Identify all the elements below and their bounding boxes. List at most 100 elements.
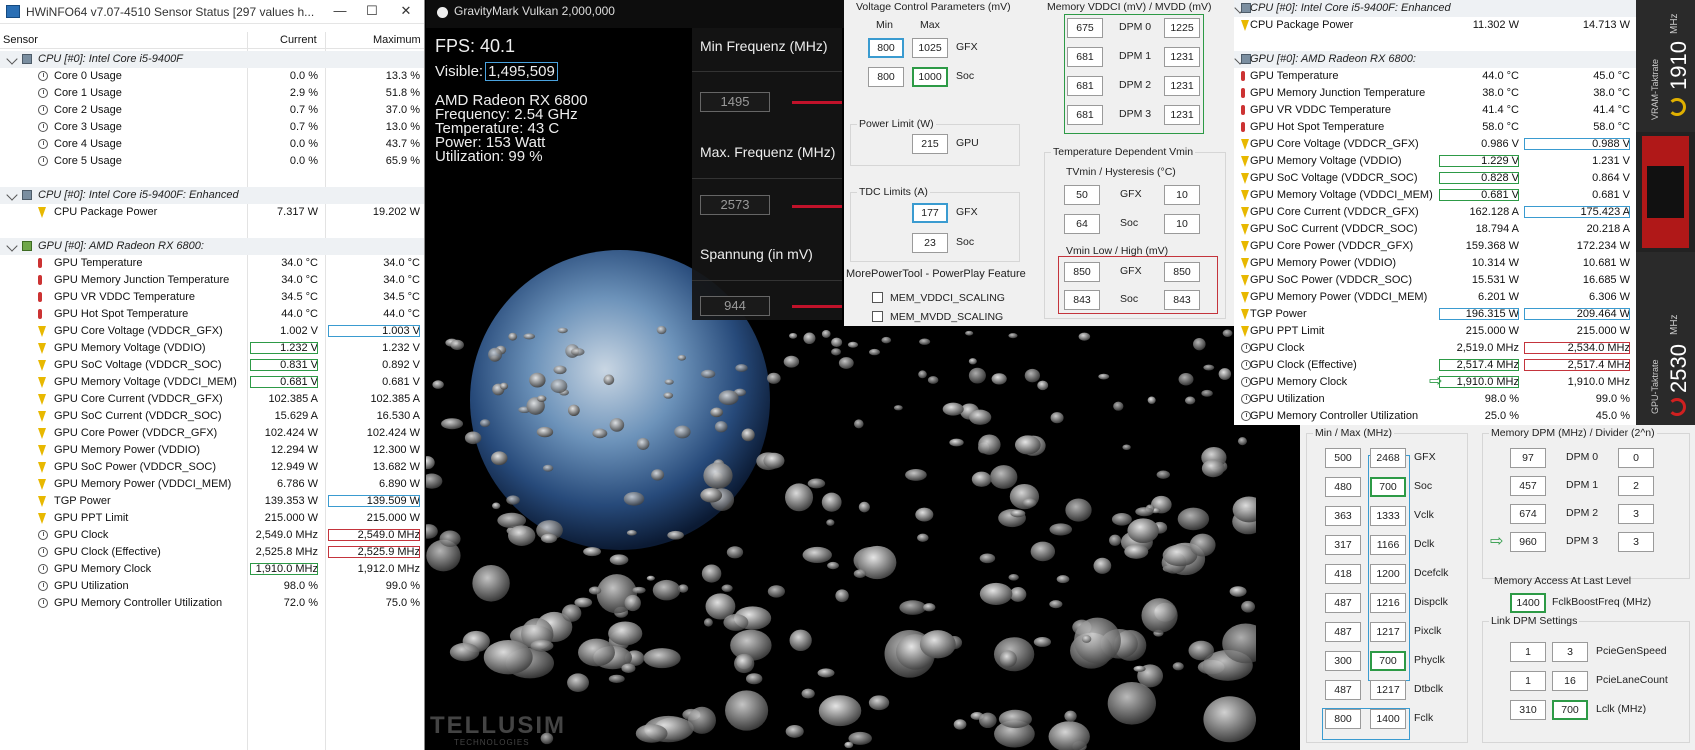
- clock-max-input[interactable]: 700: [1370, 477, 1406, 497]
- sensor-row[interactable]: CPU Package Power 11.302 W 14.713 W: [1234, 17, 1636, 34]
- chevron-down-icon[interactable]: [6, 240, 18, 252]
- mvdd-input[interactable]: 1225: [1164, 18, 1200, 38]
- power-limit-input[interactable]: 215: [912, 134, 948, 154]
- clock-min-input[interactable]: 800: [1325, 709, 1361, 729]
- mdpm-freq-input[interactable]: 97: [1510, 448, 1546, 468]
- sensor-row[interactable]: Core 3 Usage 0.7 % 13.0 %: [0, 119, 424, 136]
- vm-soc-b[interactable]: 843: [1164, 290, 1200, 310]
- sensor-row[interactable]: Core 2 Usage 0.7 % 37.0 %: [0, 102, 424, 119]
- sensor-group[interactable]: CPU [#0]: Intel Core i5-9400F: Enhanced: [0, 187, 424, 204]
- mvdd-input[interactable]: 1231: [1164, 76, 1200, 96]
- sensor-row[interactable]: TGP Power 196.315 W 209.464 W: [1234, 306, 1636, 323]
- sensor-row[interactable]: GPU Core Current (VDDCR_GFX) 102.385 A 102…: [0, 391, 424, 408]
- max-freq-input[interactable]: 2573: [700, 195, 770, 215]
- sensor-row[interactable]: GPU Memory Junction Temperature 34.0 °C 34…: [0, 272, 424, 289]
- sensor-row[interactable]: GPU Memory Power (VDDIO) 12.294 W 12.300 W: [0, 442, 424, 459]
- vddci-input[interactable]: 675: [1067, 18, 1103, 38]
- clock-max-input[interactable]: 1217: [1370, 680, 1406, 700]
- link-min-input[interactable]: 1: [1510, 671, 1546, 691]
- tv-soc-b[interactable]: 10: [1164, 214, 1200, 234]
- sensor-row[interactable]: GPU Memory Voltage (VDDCI_MEM) 0.681 V 0.6…: [1234, 187, 1636, 204]
- sensor-row[interactable]: GPU Hot Spot Temperature 44.0 °C 44.0 °C: [0, 306, 424, 323]
- clock-max-input[interactable]: 1166: [1370, 535, 1406, 555]
- link-max-input[interactable]: 700: [1552, 700, 1588, 720]
- mdpm-divider-input[interactable]: 3: [1618, 532, 1654, 552]
- sensor-row[interactable]: GPU SoC Voltage (VDDCR_SOC) 0.828 V 0.864 …: [1234, 170, 1636, 187]
- sensor-row[interactable]: GPU Core Voltage (VDDCR_GFX) 0.986 V 0.988…: [1234, 136, 1636, 153]
- tdc-gfx-input[interactable]: 177: [912, 203, 948, 223]
- sensor-row[interactable]: GPU VR VDDC Temperature 41.4 °C 41.4 °C: [1234, 102, 1636, 119]
- clock-max-input[interactable]: 1216: [1370, 593, 1406, 613]
- sensor-row[interactable]: GPU Utilization 98.0 % 99.0 %: [1234, 391, 1636, 408]
- sensor-row[interactable]: GPU Core Power (VDDCR_GFX) 159.368 W 172.2…: [1234, 238, 1636, 255]
- sensor-group[interactable]: GPU [#0]: AMD Radeon RX 6800:: [0, 238, 424, 255]
- sensor-row[interactable]: GPU Core Voltage (VDDCR_GFX) 1.002 V 1.003…: [0, 323, 424, 340]
- sensor-row[interactable]: Core 4 Usage 0.0 % 43.7 %: [0, 136, 424, 153]
- mvdd-input[interactable]: 1231: [1164, 105, 1200, 125]
- sensor-row[interactable]: GPU Clock 2,519.0 MHz 2,534.0 MHz: [1234, 340, 1636, 357]
- tv-gfx-b[interactable]: 10: [1164, 185, 1200, 205]
- clock-max-input[interactable]: 1400: [1370, 709, 1406, 729]
- clock-max-input[interactable]: 1333: [1370, 506, 1406, 526]
- col-current[interactable]: Current: [280, 34, 317, 46]
- sensor-row[interactable]: GPU SoC Current (VDDCR_SOC) 18.794 A 20.21…: [1234, 221, 1636, 238]
- sensor-row[interactable]: GPU Memory Voltage (VDDCI_MEM) 0.681 V 0.6…: [0, 374, 424, 391]
- tv-soc-a[interactable]: 64: [1064, 214, 1100, 234]
- sensor-row[interactable]: Core 1 Usage 2.9 % 51.8 %: [0, 85, 424, 102]
- sensor-group[interactable]: CPU [#0]: Intel Core i5-9400F: Enhanced: [1234, 0, 1636, 17]
- sensor-row[interactable]: GPU VR VDDC Temperature 34.5 °C 34.5 °C: [0, 289, 424, 306]
- sensor-group[interactable]: GPU [#0]: AMD Radeon RX 6800:: [1234, 51, 1636, 68]
- clock-min-input[interactable]: 500: [1325, 448, 1361, 468]
- sensor-row[interactable]: GPU Hot Spot Temperature 58.0 °C 58.0 °C: [1234, 119, 1636, 136]
- sensor-row[interactable]: GPU Memory Controller Utilization 25.0 % 4…: [1234, 408, 1636, 425]
- clock-min-input[interactable]: 480: [1325, 477, 1361, 497]
- sensor-row[interactable]: GPU SoC Power (VDDCR_SOC) 15.531 W 16.685 …: [1234, 272, 1636, 289]
- sensor-row[interactable]: GPU PPT Limit 215.000 W 215.000 W: [1234, 323, 1636, 340]
- link-min-input[interactable]: 310: [1510, 700, 1546, 720]
- vm-gfx-a[interactable]: 850: [1064, 262, 1100, 282]
- soc-max-input[interactable]: 1000: [912, 67, 948, 87]
- link-max-input[interactable]: 16: [1552, 671, 1588, 691]
- sensor-row[interactable]: GPU Memory Controller Utilization 72.0 % 7…: [0, 595, 424, 612]
- sensor-row[interactable]: GPU SoC Voltage (VDDCR_SOC) 0.831 V 0.892 …: [0, 357, 424, 374]
- clock-min-input[interactable]: 418: [1325, 564, 1361, 584]
- sensor-row[interactable]: GPU Core Power (VDDCR_GFX) 102.424 W 102.4…: [0, 425, 424, 442]
- mdpm-freq-input[interactable]: 457: [1510, 476, 1546, 496]
- sensor-row[interactable]: GPU Temperature 34.0 °C 34.0 °C: [0, 255, 424, 272]
- sensor-row[interactable]: GPU Memory Junction Temperature 38.0 °C 38…: [1234, 85, 1636, 102]
- gfx-min-input[interactable]: 800: [868, 38, 904, 58]
- clock-max-input[interactable]: 700: [1370, 651, 1406, 671]
- min-freq-input[interactable]: 1495: [700, 92, 770, 112]
- sensor-row[interactable]: GPU Memory Clock 1,910.0 MHz 1,910.0 MHz ⇨: [1234, 373, 1636, 391]
- col-sensor[interactable]: Sensor: [3, 34, 38, 46]
- sensor-row[interactable]: GPU SoC Power (VDDCR_SOC) 12.949 W 13.682 …: [0, 459, 424, 476]
- mvdd-input[interactable]: 1231: [1164, 47, 1200, 67]
- sensor-row[interactable]: GPU Temperature 44.0 °C 45.0 °C: [1234, 68, 1636, 85]
- sensor-row[interactable]: CPU Package Power 7.317 W 19.202 W: [0, 204, 424, 221]
- link-min-input[interactable]: 1: [1510, 642, 1546, 662]
- clock-max-input[interactable]: 1200: [1370, 564, 1406, 584]
- tdc-soc-input[interactable]: 23: [912, 233, 948, 253]
- mem-vddci-checkbox[interactable]: [872, 292, 883, 303]
- close-icon[interactable]: ✕: [389, 0, 423, 24]
- min-freq-slider[interactable]: [792, 101, 842, 104]
- voltage-input[interactable]: 944: [700, 296, 770, 316]
- gfx-max-input[interactable]: 1025: [912, 38, 948, 58]
- mdpm-freq-input[interactable]: 674: [1510, 504, 1546, 524]
- sensor-row[interactable]: GPU Memory Power (VDDCI_MEM) 6.786 W 6.890…: [0, 476, 424, 493]
- sensor-row[interactable]: GPU Utilization 98.0 % 99.0 %: [0, 578, 424, 595]
- sensor-row[interactable]: GPU Clock 2,549.0 MHz 2,549.0 MHz: [0, 527, 424, 544]
- col-maximum[interactable]: Maximum: [373, 34, 421, 46]
- mdpm-divider-input[interactable]: 3: [1618, 504, 1654, 524]
- sensor-row[interactable]: GPU Memory Voltage (VDDIO) 1.229 V 1.231 V: [1234, 153, 1636, 170]
- sensor-row[interactable]: GPU PPT Limit 215.000 W 215.000 W: [0, 510, 424, 527]
- sensor-row[interactable]: GPU Memory Power (VDDCI_MEM) 6.201 W 6.306…: [1234, 289, 1636, 306]
- sensor-row[interactable]: GPU SoC Current (VDDCR_SOC) 15.629 A 16.53…: [0, 408, 424, 425]
- clock-min-input[interactable]: 487: [1325, 680, 1361, 700]
- sensor-row[interactable]: Core 5 Usage 0.0 % 65.9 %: [0, 153, 424, 170]
- mdpm-divider-input[interactable]: 0: [1618, 448, 1654, 468]
- clock-min-input[interactable]: 317: [1325, 535, 1361, 555]
- mdpm-divider-input[interactable]: 2: [1618, 476, 1654, 496]
- sensor-row[interactable]: GPU Memory Voltage (VDDIO) 1.232 V 1.232 V: [0, 340, 424, 357]
- vm-gfx-b[interactable]: 850: [1164, 262, 1200, 282]
